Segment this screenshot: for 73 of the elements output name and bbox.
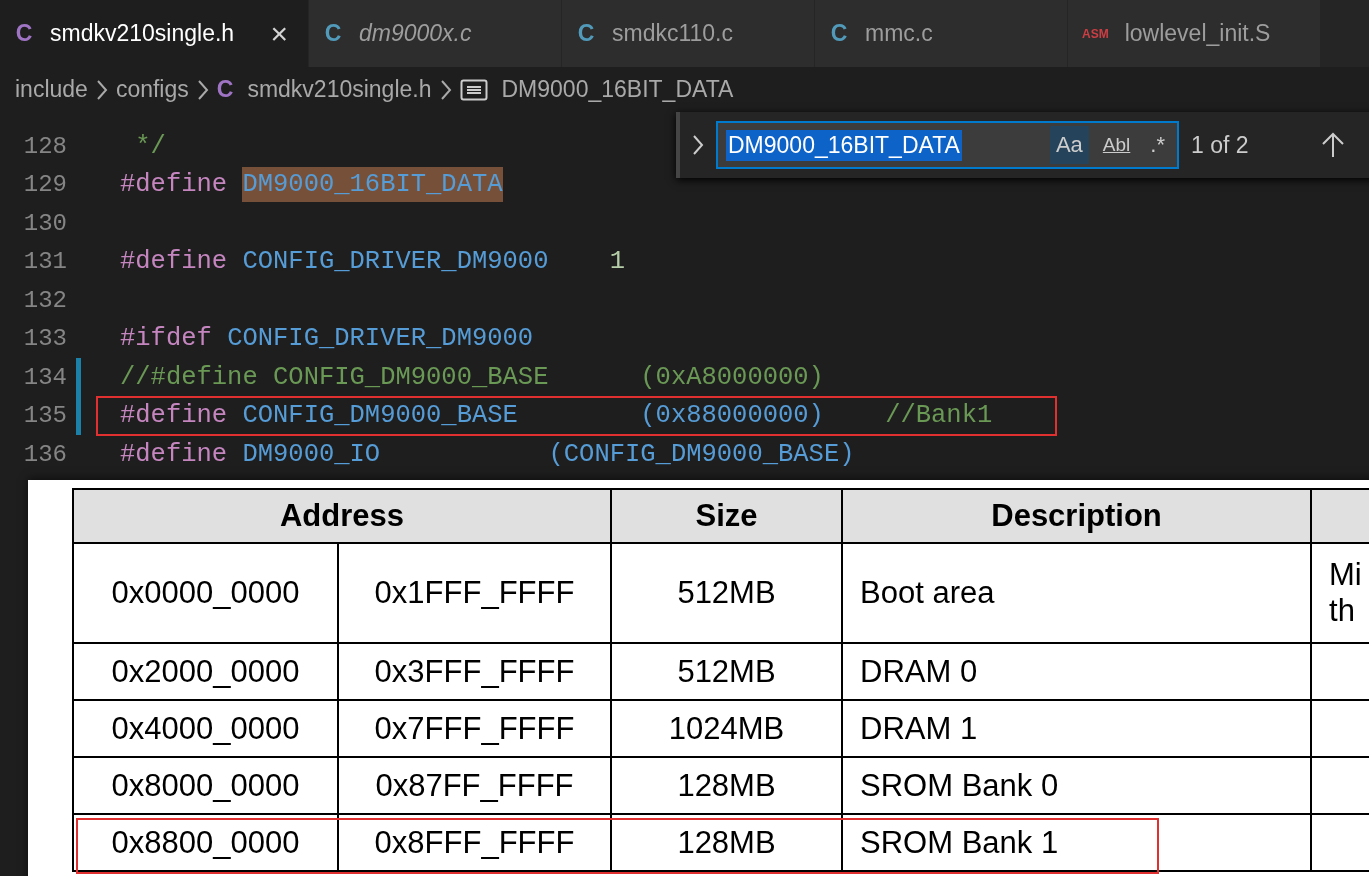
line-number: 133 — [22, 325, 67, 353]
breadcrumb-item[interactable]: include — [15, 76, 88, 103]
line-number: 135 — [22, 402, 67, 430]
code-token: CONFIG_DRIVER_DM9000 — [227, 324, 534, 354]
code-token: */ — [134, 131, 166, 161]
breadcrumb-item[interactable]: DM9000_16BIT_DATA — [459, 76, 734, 103]
cell-text: Mi — [1329, 557, 1363, 593]
code-token: CONFIG_DM9000_BASE (0x88000000) — [242, 401, 825, 431]
table-cell: 0x8000_0000 — [73, 757, 338, 814]
code-token: #define — [120, 247, 229, 277]
column-header: Description — [842, 489, 1311, 543]
table-cell: 128MB — [611, 757, 842, 814]
close-button[interactable]: × — [270, 18, 288, 49]
find-input[interactable]: DM9000_16BIT_DATA Aa Abl .* — [716, 121, 1179, 169]
regex-toggle[interactable]: .* — [1144, 126, 1171, 164]
code-token: DM9000_16BIT_DATA — [242, 167, 503, 203]
table-cell: 1024MB — [611, 700, 842, 757]
tab-label: lowlevel_init.S — [1124, 20, 1271, 47]
editor-tab[interactable]: C smdkv210single.h × — [0, 0, 309, 67]
file-type-icon: ASM — [1082, 26, 1109, 41]
match-count: 1 of 2 — [1191, 131, 1249, 159]
line-number: 131 — [22, 248, 67, 276]
tab-label: dm9000x.c — [359, 20, 472, 47]
column-header: Size — [611, 489, 842, 543]
code-token: #define — [120, 439, 229, 469]
editor-tab[interactable]: C dm9000x.c — [309, 0, 562, 67]
table-cell: 0x1FFF_FFFF — [338, 543, 611, 643]
code-token: 1 — [609, 247, 625, 277]
editor-tab[interactable]: C smdkc110.c — [562, 0, 815, 67]
table-cell: 0x7FFF_FFFF — [338, 700, 611, 757]
editor-tab[interactable]: C mmc.c — [815, 0, 1068, 67]
code-token: CONFIG_DRIVER_DM9000 — [242, 247, 550, 277]
line-number: 136 — [22, 440, 67, 468]
code-token: #define — [120, 401, 229, 431]
table-cell: 0x0000_0000 — [73, 543, 338, 643]
file-type-icon: C — [14, 20, 34, 47]
table-cell: SROM Bank 0 — [842, 757, 1311, 814]
file-type-icon: C — [216, 76, 234, 103]
file-type-icon: C — [576, 20, 596, 47]
table-cell: 512MB — [611, 543, 842, 643]
column-header: Address — [73, 489, 611, 543]
whole-word-toggle[interactable]: Abl — [1096, 126, 1137, 164]
table-cell: 128MB — [611, 814, 842, 871]
table-cell: 0x3FFF_FFFF — [338, 643, 611, 700]
line-number: 134 — [22, 363, 67, 391]
match-case-toggle[interactable]: Aa — [1049, 126, 1089, 164]
code-token: //Bank1 — [885, 401, 993, 431]
tab-label: smdkv210single.h — [50, 20, 235, 47]
code-token: DM9000_IO (CONFIG_DM9000_BASE) — [242, 439, 855, 469]
tab-label: smdkc110.c — [612, 20, 733, 47]
line-number: 132 — [22, 286, 67, 314]
line-number: 130 — [22, 209, 67, 237]
breadcrumb-item[interactable]: configs — [115, 76, 189, 103]
breadcrumb-item[interactable]: C smdkv210single.h — [216, 76, 432, 103]
table-cell: 0x2000_0000 — [73, 643, 338, 700]
table-cell: 512MB — [611, 643, 842, 700]
tab-label: mmc.c — [865, 20, 933, 47]
table-cell: SROM Bank 1 — [842, 814, 1311, 871]
table-cell: 0x87FF_FFFF — [338, 757, 611, 814]
table-cell: 0x8FFF_FFFF — [338, 814, 611, 871]
table-cell: Boot area — [842, 543, 1311, 643]
cell-text: th — [1329, 593, 1356, 629]
table-cell: 0x4000_0000 — [73, 700, 338, 757]
line-number: 128 — [22, 132, 67, 160]
table-cell: DRAM 1 — [842, 700, 1311, 757]
line-number: 129 — [22, 171, 67, 199]
code-token: //#define CONFIG_DM9000_BASE (0xA8000000) — [120, 362, 824, 392]
code-token: #define — [120, 170, 229, 200]
file-type-icon: C — [323, 20, 343, 47]
editor-tab[interactable]: ASM lowlevel_init.S — [1068, 0, 1321, 67]
file-type-icon: C — [829, 20, 849, 47]
table-cell: DRAM 0 — [842, 643, 1311, 700]
code-token: #ifdef — [120, 324, 213, 354]
